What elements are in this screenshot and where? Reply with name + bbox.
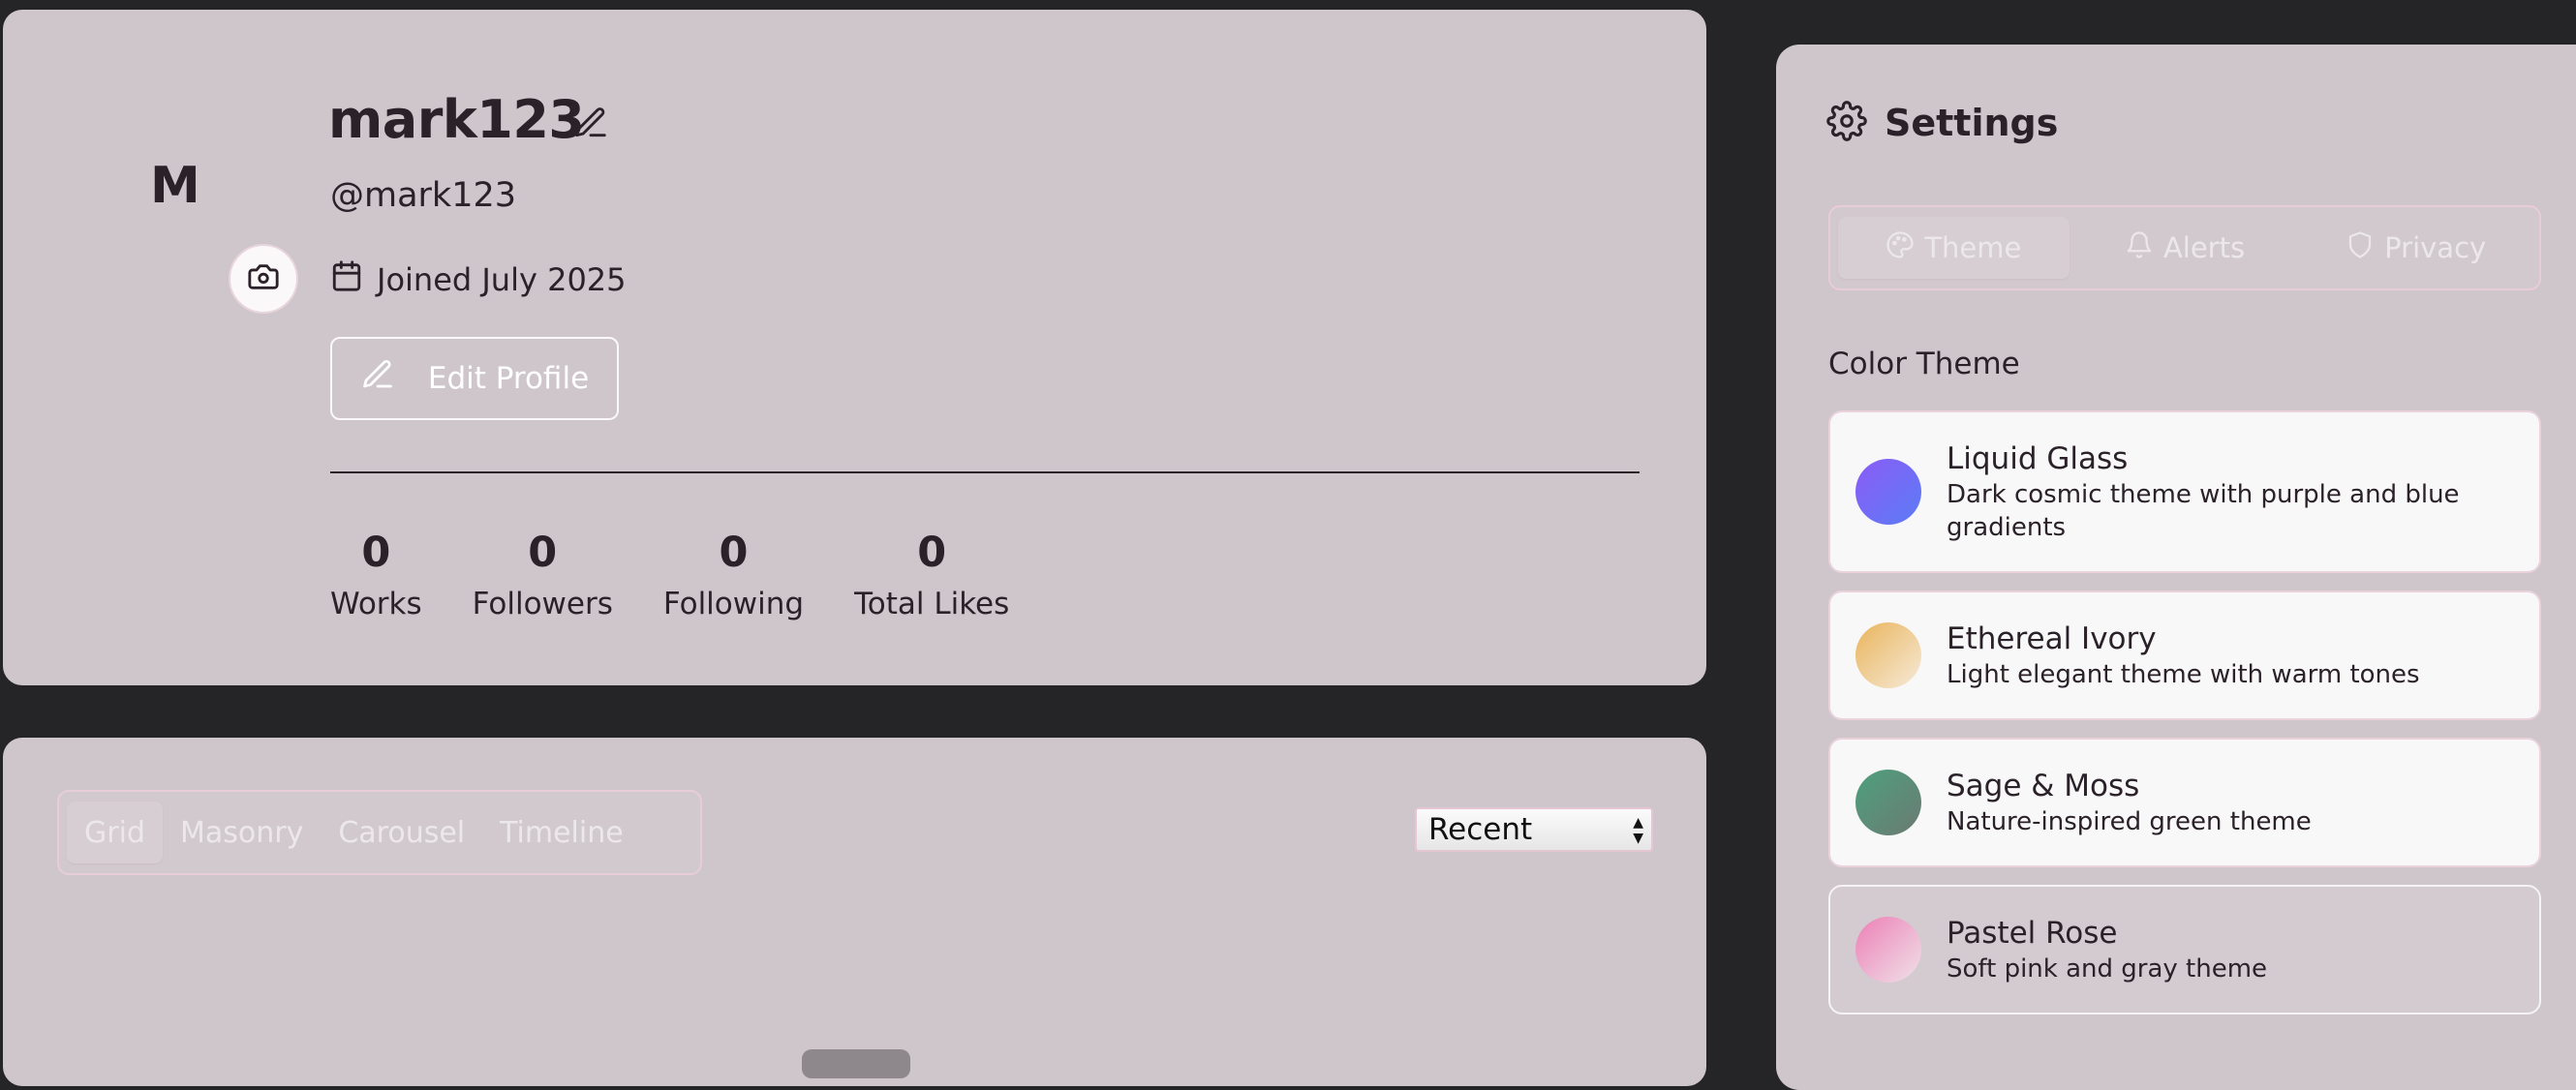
- theme-option-liquid-glass[interactable]: Liquid Glass Dark cosmic theme with purp…: [1828, 410, 2541, 573]
- theme-text: Ethereal Ivory Light elegant theme with …: [1947, 620, 2420, 691]
- theme-option-ethereal-ivory[interactable]: Ethereal Ivory Light elegant theme with …: [1828, 590, 2541, 720]
- stat-label: Followers: [472, 587, 613, 621]
- gear-icon: [1826, 101, 1867, 145]
- stat-following[interactable]: 0 Following: [663, 525, 804, 627]
- settings-tabs: Theme Alerts Privacy: [1828, 205, 2541, 290]
- select-arrows-icon: ▲ ▼: [1633, 815, 1643, 846]
- color-theme-heading: Color Theme: [1828, 347, 2020, 381]
- bell-icon: [2125, 230, 2154, 266]
- tab-privacy-label: Privacy: [2384, 231, 2487, 264]
- tab-timeline[interactable]: Timeline: [482, 802, 641, 863]
- profile-handle: @mark123: [330, 176, 517, 215]
- settings-title: Settings: [1885, 102, 2059, 144]
- change-avatar-button[interactable]: [229, 244, 298, 314]
- theme-name: Liquid Glass: [1947, 441, 2129, 476]
- stat-total-likes[interactable]: 0 Total Likes: [854, 525, 1009, 627]
- tab-masonry[interactable]: Masonry: [163, 802, 321, 863]
- view-mode-tabs: Grid Masonry Carousel Timeline: [57, 790, 702, 875]
- theme-description: Dark cosmic theme with purple and blue g…: [1947, 480, 2460, 542]
- theme-description: Nature-inspired green theme: [1947, 807, 2312, 836]
- theme-option-pastel-rose[interactable]: Pastel Rose Soft pink and gray theme: [1828, 885, 2541, 1014]
- joined-date: Joined July 2025: [330, 259, 627, 300]
- settings-panel: Settings Theme Alerts Privacy Color Them…: [1776, 45, 2576, 1090]
- stat-value: 0: [528, 529, 558, 577]
- profile-stats: 0 Works 0 Followers 0 Following 0 Total …: [330, 525, 1009, 627]
- palette-icon: [1886, 230, 1915, 266]
- theme-swatch: [1855, 917, 1921, 983]
- edit-name-button[interactable]: [572, 105, 609, 145]
- scroll-handle[interactable]: [802, 1049, 910, 1078]
- stat-label: Total Likes: [854, 587, 1010, 621]
- theme-swatch: [1855, 459, 1921, 525]
- theme-name: Sage & Moss: [1947, 769, 2140, 803]
- theme-swatch: [1855, 622, 1921, 688]
- profile-card: M mark123 @mark123 Joined July 2025 Edit…: [3, 10, 1706, 685]
- joined-text: Joined July 2025: [377, 261, 627, 298]
- avatar: M: [150, 157, 200, 215]
- theme-text: Pastel Rose Soft pink and gray theme: [1947, 914, 2267, 985]
- pencil-icon: [360, 357, 395, 400]
- stat-works[interactable]: 0 Works: [330, 525, 422, 627]
- profile-display-name: mark123: [328, 89, 585, 150]
- tab-alerts-label: Alerts: [2162, 231, 2246, 264]
- stat-followers[interactable]: 0 Followers: [473, 525, 613, 627]
- calendar-icon: [330, 259, 363, 300]
- tab-privacy[interactable]: Privacy: [2300, 217, 2531, 279]
- tab-alerts[interactable]: Alerts: [2070, 217, 2301, 279]
- tab-theme[interactable]: Theme: [1838, 217, 2070, 279]
- edit-profile-label: Edit Profile: [427, 361, 590, 396]
- stat-value: 0: [361, 529, 391, 577]
- stat-value: 0: [917, 529, 947, 577]
- camera-icon: [247, 260, 280, 297]
- shield-icon: [2346, 230, 2375, 266]
- sort-select-value: Recent: [1428, 812, 1533, 847]
- sort-select[interactable]: Recent ▲ ▼: [1415, 807, 1653, 852]
- stat-label: Following: [662, 587, 805, 621]
- theme-option-sage-moss[interactable]: Sage & Moss Nature-inspired green theme: [1828, 738, 2541, 867]
- gallery-card: Grid Masonry Carousel Timeline Recent ▲ ▼: [3, 738, 1706, 1086]
- theme-name: Ethereal Ivory: [1947, 621, 2157, 656]
- theme-description: Soft pink and gray theme: [1947, 954, 2268, 984]
- stat-label: Works: [330, 587, 422, 621]
- theme-text: Liquid Glass Dark cosmic theme with purp…: [1947, 439, 2514, 544]
- stat-value: 0: [719, 529, 749, 577]
- tab-carousel[interactable]: Carousel: [321, 802, 482, 863]
- theme-description: Light elegant theme with warm tones: [1947, 660, 2420, 689]
- pencil-icon: [572, 107, 609, 145]
- tab-grid[interactable]: Grid: [67, 802, 163, 863]
- tab-theme-label: Theme: [1924, 231, 2022, 264]
- theme-text: Sage & Moss Nature-inspired green theme: [1947, 767, 2312, 838]
- edit-profile-button[interactable]: Edit Profile: [330, 337, 619, 420]
- settings-header: Settings: [1826, 101, 2058, 145]
- theme-swatch: [1855, 770, 1921, 835]
- theme-name: Pastel Rose: [1947, 916, 2118, 951]
- profile-divider: [330, 471, 1640, 473]
